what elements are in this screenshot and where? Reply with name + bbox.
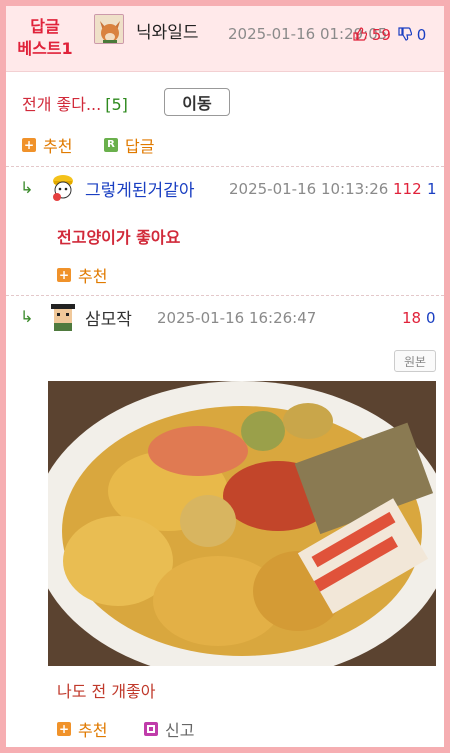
move-button[interactable]: 이동 [164,88,230,116]
reply-2-caption: 나도 전 개좋아 [57,682,156,701]
recommend-button[interactable]: + 추천 [22,133,72,157]
reply-1-downvote-count[interactable]: 1 [427,180,437,198]
best-reply-upvote-count: 59 [371,26,391,44]
reply-arrow-icon: ↳ [20,307,34,326]
divider [6,166,444,167]
recommend-button[interactable]: + 추천 [57,717,107,741]
reply-1-text: 전고양이가 좋아요 [57,228,181,247]
report-label: 신고 [165,721,195,740]
thumb-up-icon [353,26,368,45]
best-reply-badge: 답글 베스트1 [16,16,74,60]
best-reply-nickname[interactable]: 닉와일드 [136,18,199,43]
reply-1-date: 2025-01-16 10:13:26 [229,180,389,198]
view-original-button[interactable]: 원본 [394,350,436,372]
plus-icon: + [57,268,71,282]
best-reply-upvote[interactable]: 59 [353,26,391,45]
reply-1-nickname-text: 그렇게된거같아 [85,181,195,201]
recommend-label: 추천 [78,267,108,286]
thumb-down-icon [398,26,413,45]
divider [6,295,444,296]
plus-icon: + [57,722,71,736]
badge-line-1: 답글 [30,17,60,36]
avatar[interactable] [48,301,78,331]
recommend-label: 추천 [43,137,73,156]
reply-label: 답글 [125,137,155,156]
recommend-label: 추천 [78,721,108,740]
reply-arrow-icon: ↳ [20,178,34,197]
badge-line-2: 베스트1 [17,39,73,58]
attached-image[interactable] [48,381,436,666]
reply-icon: R [104,138,118,152]
report-button[interactable]: 신고 [144,717,194,741]
reply-count: [5] [105,95,128,114]
plus-icon: + [22,138,36,152]
report-icon [144,722,158,736]
avatar[interactable] [48,172,78,202]
reply-2-upvote-count[interactable]: 18 [402,309,421,327]
reply-button[interactable]: R 답글 [104,133,154,157]
post-title-link[interactable]: 전개 좋다... [5] [22,91,128,115]
reply-2-downvote-count[interactable]: 0 [426,309,436,327]
avatar[interactable] [94,14,124,44]
reply-2-nickname[interactable]: 삼모작 [85,305,132,330]
best-reply-downvote[interactable]: 0 [398,26,426,45]
reply-2-date: 2025-01-16 16:26:47 [157,309,317,327]
reply-1-nickname[interactable]: 그렇게된거같아 [85,176,194,201]
post-title: 전개 좋다... [22,95,102,114]
recommend-button[interactable]: + 추천 [57,263,107,287]
best-reply-downvote-count: 0 [416,26,427,44]
reply-1-upvote-count[interactable]: 112 [393,180,422,198]
